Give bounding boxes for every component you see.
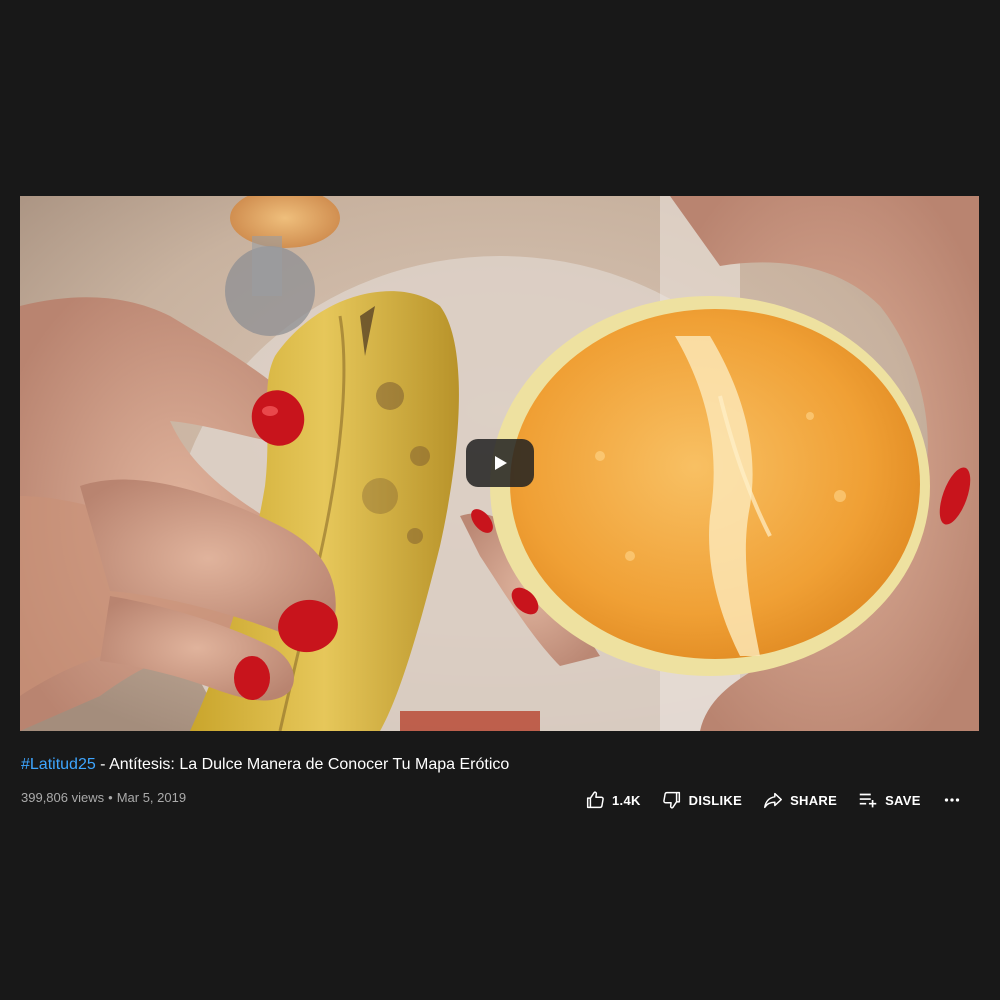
- video-title: #Latitud25 - Antítesis: La Dulce Manera …: [21, 755, 509, 775]
- share-icon: [764, 792, 783, 809]
- thumbs-down-icon: [662, 791, 680, 809]
- video-meta: 399,806 views • Mar 5, 2019: [21, 790, 186, 805]
- dislike-button[interactable]: DISLIKE: [661, 786, 742, 814]
- dislike-label: DISLIKE: [688, 792, 743, 808]
- save-label: SAVE: [885, 792, 921, 808]
- like-button[interactable]: 1.4K: [584, 786, 641, 814]
- view-count: 399,806 views: [21, 790, 105, 805]
- video-page: #Latitud25 - Antítesis: La Dulce Manera …: [0, 0, 1000, 1000]
- hashtag-link[interactable]: #Latitud25: [21, 756, 96, 773]
- action-bar: 1.4K DISLIKE SHARE SAVE: [580, 786, 963, 814]
- video-player[interactable]: [20, 196, 979, 731]
- playlist-add-icon: [859, 793, 877, 808]
- thumbs-up-icon: [586, 791, 604, 809]
- publish-date: Mar 5, 2019: [116, 790, 187, 805]
- play-icon: [495, 456, 507, 470]
- play-button[interactable]: [466, 439, 534, 487]
- more-horizontal-icon: [944, 798, 959, 802]
- share-button[interactable]: SHARE: [762, 786, 837, 814]
- like-count: 1.4K: [612, 792, 641, 808]
- video-title-text: - Antítesis: La Dulce Manera de Conocer …: [95, 756, 510, 773]
- more-actions-button[interactable]: [941, 786, 963, 814]
- meta-separator: •: [108, 790, 113, 805]
- share-label: SHARE: [790, 792, 838, 808]
- save-button[interactable]: SAVE: [857, 786, 921, 814]
